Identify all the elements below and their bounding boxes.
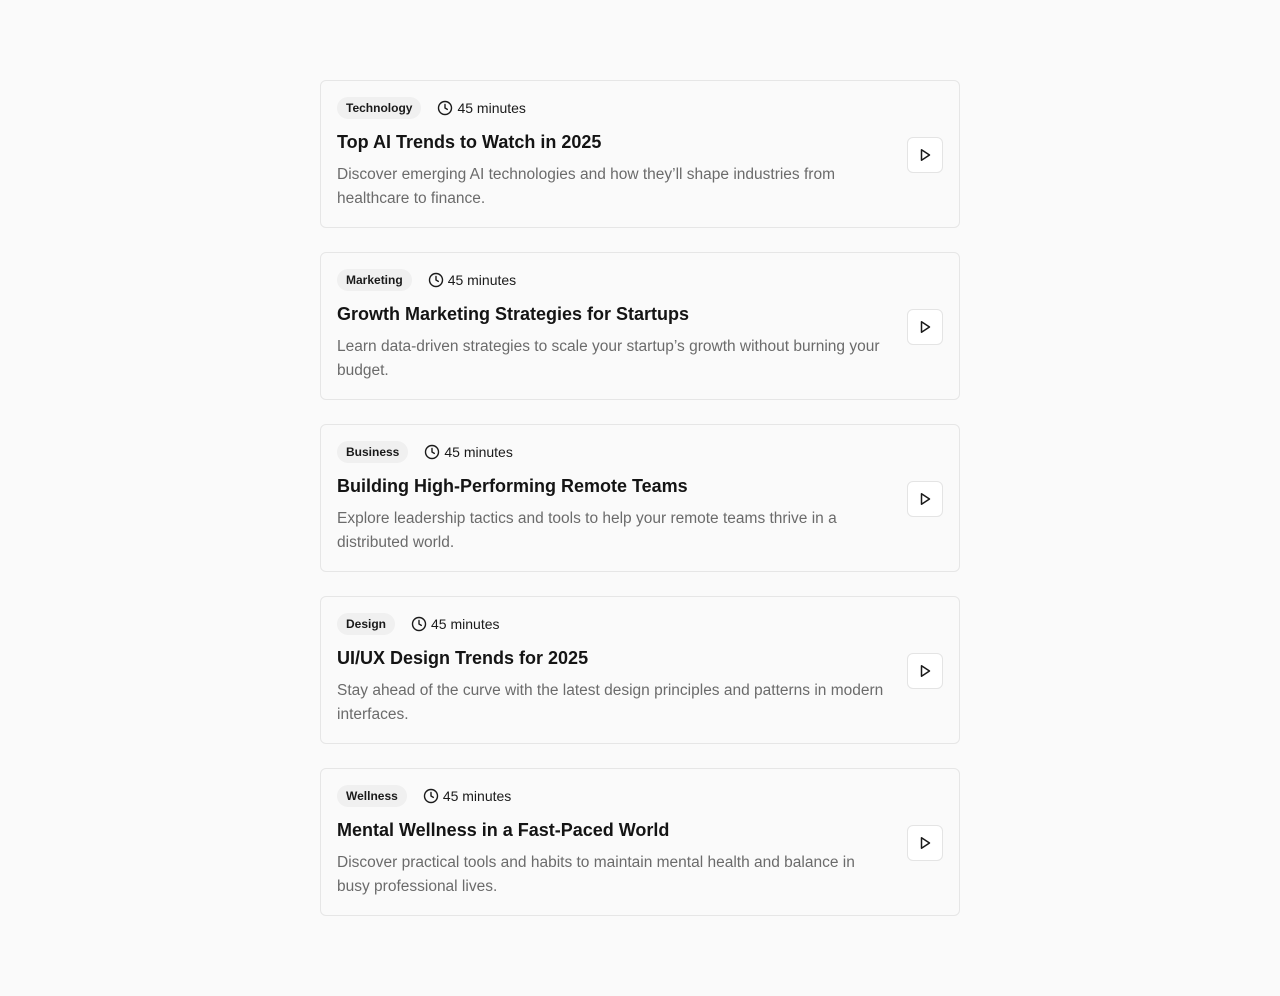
session-list: Technology 45 minutes Top AI Trends to W…: [320, 80, 960, 916]
session-meta: Wellness 45 minutes: [337, 785, 943, 807]
duration: 45 minutes: [411, 616, 500, 632]
duration: 45 minutes: [424, 444, 513, 460]
session-title[interactable]: Growth Marketing Strategies for Startups: [337, 302, 943, 326]
play-icon: [917, 491, 933, 507]
duration-label: 45 minutes: [457, 100, 526, 116]
play-button[interactable]: [907, 653, 943, 689]
session-card: Wellness 45 minutes Mental Wellness in a…: [320, 768, 960, 916]
category-badge: Design: [337, 613, 396, 635]
session-description: Learn data-driven strategies to scale yo…: [337, 338, 880, 379]
session-title[interactable]: UI/UX Design Trends for 2025: [337, 646, 943, 670]
session-meta: Business 45 minutes: [337, 441, 943, 463]
play-icon: [917, 663, 933, 679]
duration: 45 minutes: [428, 272, 516, 288]
session-description: Discover emerging AI technologies and ho…: [337, 166, 835, 207]
play-icon: [917, 319, 933, 335]
session-description: Explore leadership tactics and tools to …: [337, 510, 837, 551]
duration: 45 minutes: [423, 788, 511, 804]
session-meta: Design 45 minutes: [337, 613, 943, 635]
play-icon: [917, 147, 933, 163]
duration: 45 minutes: [437, 100, 526, 116]
session-card: Technology 45 minutes Top AI Trends to W…: [320, 80, 960, 228]
play-button[interactable]: [907, 137, 943, 173]
clock-icon: [411, 616, 427, 632]
session-card: Marketing 45 minutes Growth Marketing St…: [320, 252, 960, 400]
session-meta: Technology 45 minutes: [337, 97, 943, 119]
category-badge: Business: [337, 441, 409, 463]
clock-icon: [437, 100, 453, 116]
session-title[interactable]: Mental Wellness in a Fast-Paced World: [337, 818, 943, 842]
session-description: Discover practical tools and habits to m…: [337, 854, 855, 895]
clock-icon: [424, 444, 440, 460]
clock-icon: [423, 788, 439, 804]
session-card: Design 45 minutes UI/UX Design Trends fo…: [320, 596, 960, 744]
duration-label: 45 minutes: [444, 444, 513, 460]
category-badge: Wellness: [337, 785, 407, 807]
play-button[interactable]: [907, 481, 943, 517]
session-title[interactable]: Top AI Trends to Watch in 2025: [337, 130, 943, 154]
play-button[interactable]: [907, 309, 943, 345]
category-badge: Marketing: [337, 269, 412, 291]
duration-label: 45 minutes: [431, 616, 500, 632]
play-button[interactable]: [907, 825, 943, 861]
category-badge: Technology: [337, 97, 422, 119]
duration-label: 45 minutes: [447, 272, 517, 288]
session-title[interactable]: Building High-Performing Remote Teams: [337, 474, 943, 498]
session-meta: Marketing 45 minutes: [337, 269, 943, 291]
clock-icon: [428, 272, 444, 288]
duration-label: 45 minutes: [442, 788, 512, 804]
session-card: Business 45 minutes Building High-Perfor…: [320, 424, 960, 572]
session-description: Stay ahead of the curve with the latest …: [337, 682, 884, 723]
play-icon: [917, 835, 933, 851]
